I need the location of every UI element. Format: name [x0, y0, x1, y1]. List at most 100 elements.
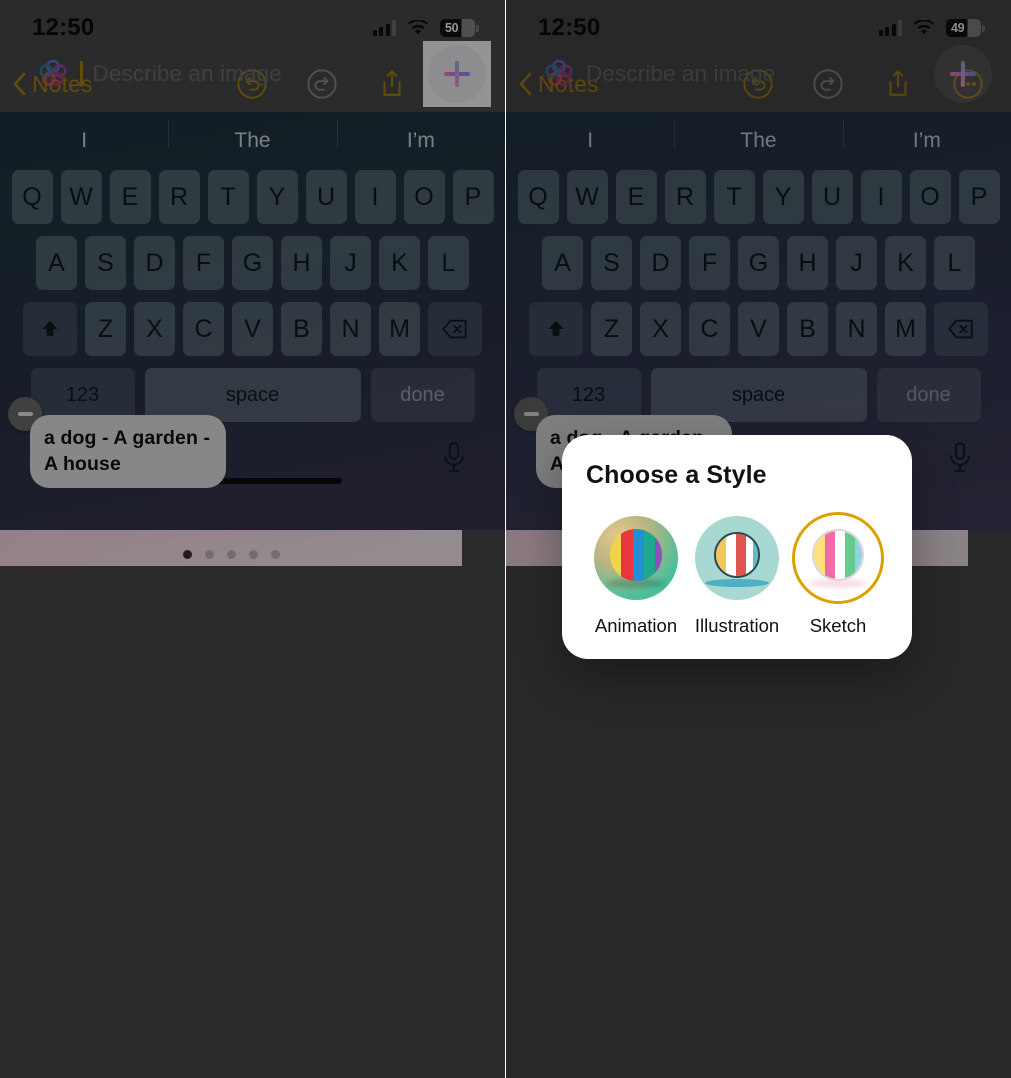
key-q[interactable]: Q — [11, 170, 53, 224]
image-playground-icon — [542, 57, 576, 91]
animation-thumbnail — [594, 516, 678, 600]
keyboard-row-2: A S D F G H J K L — [506, 236, 1011, 290]
key-w[interactable]: W — [60, 170, 102, 224]
key-v[interactable]: V — [232, 302, 273, 356]
key-k[interactable]: K — [379, 236, 420, 290]
done-key[interactable]: done — [876, 368, 981, 422]
key-h[interactable]: H — [787, 236, 828, 290]
key-o[interactable]: O — [403, 170, 445, 224]
phone-screen-left: 12:50 50 Notes a dog - A garden - A hous… — [0, 0, 505, 1078]
shift-icon[interactable] — [23, 302, 77, 356]
battery-icon: 50 — [440, 19, 479, 37]
key-g[interactable]: G — [738, 236, 779, 290]
add-button-circle — [428, 45, 486, 103]
key-n[interactable]: N — [330, 302, 371, 356]
key-g[interactable]: G — [232, 236, 273, 290]
prediction-1[interactable]: The — [674, 120, 842, 153]
key-c[interactable]: C — [689, 302, 730, 356]
prediction-0[interactable]: I — [506, 129, 674, 153]
microphone-icon[interactable] — [947, 441, 973, 480]
keyboard-row-2: A S D F G H J K L — [0, 236, 505, 290]
cellular-bars-icon — [372, 20, 396, 36]
key-k[interactable]: K — [885, 236, 926, 290]
key-p[interactable]: P — [958, 170, 1000, 224]
backspace-icon[interactable] — [934, 302, 988, 356]
key-i[interactable]: I — [354, 170, 396, 224]
key-y[interactable]: Y — [256, 170, 298, 224]
add-image-button[interactable] — [423, 41, 491, 107]
key-x[interactable]: X — [134, 302, 175, 356]
image-caption[interactable]: a dog - A garden - A house — [30, 415, 226, 489]
illustration-thumb-ring — [691, 512, 783, 604]
key-z[interactable]: Z — [591, 302, 632, 356]
style-option-illustration[interactable]: Illustration — [687, 512, 787, 637]
key-l[interactable]: L — [428, 236, 469, 290]
key-a[interactable]: A — [36, 236, 77, 290]
key-t[interactable]: T — [713, 170, 755, 224]
key-z[interactable]: Z — [85, 302, 126, 356]
phone-screen-right: 12:50 49 Notes a A Describe an image I T… — [505, 0, 1011, 1078]
key-l[interactable]: L — [934, 236, 975, 290]
key-o[interactable]: O — [909, 170, 951, 224]
key-b[interactable]: B — [787, 302, 828, 356]
animation-thumb-ring — [590, 512, 682, 604]
prompt-placeholder: Describe an image — [92, 61, 282, 86]
key-x[interactable]: X — [640, 302, 681, 356]
style-label-sketch: Sketch — [809, 615, 867, 636]
key-r[interactable]: R — [158, 170, 200, 224]
beachball-icon — [812, 528, 864, 581]
wifi-icon — [407, 20, 429, 36]
backspace-icon[interactable] — [428, 302, 482, 356]
key-m[interactable]: M — [379, 302, 420, 356]
add-image-button[interactable] — [929, 41, 997, 107]
describe-image-input[interactable]: Describe an image — [22, 51, 415, 97]
key-q[interactable]: Q — [517, 170, 559, 224]
key-s[interactable]: S — [85, 236, 126, 290]
describe-image-input[interactable]: Describe an image — [528, 51, 921, 97]
prediction-2[interactable]: I’m — [336, 120, 505, 153]
microphone-icon[interactable] — [441, 441, 467, 480]
page-dots[interactable] — [0, 550, 462, 559]
key-s[interactable]: S — [591, 236, 632, 290]
style-option-sketch[interactable]: Sketch — [788, 512, 888, 637]
key-f[interactable]: F — [183, 236, 224, 290]
sketch-thumb-ring-selected — [792, 512, 884, 604]
key-w[interactable]: W — [566, 170, 608, 224]
key-c[interactable]: C — [183, 302, 224, 356]
beachball-icon — [714, 531, 760, 578]
key-u[interactable]: U — [305, 170, 347, 224]
key-f[interactable]: F — [689, 236, 730, 290]
prediction-1[interactable]: The — [168, 120, 336, 153]
illustration-thumbnail — [695, 516, 779, 600]
image-playground-icon — [36, 57, 70, 91]
beachball-icon — [610, 528, 662, 581]
prediction-2[interactable]: I’m — [842, 120, 1011, 153]
key-n[interactable]: N — [836, 302, 877, 356]
keyboard-row-3: Z X C V B N M — [0, 302, 505, 356]
key-j[interactable]: J — [330, 236, 371, 290]
style-options: Animation Illustration Sketch — [586, 512, 888, 637]
key-v[interactable]: V — [738, 302, 779, 356]
key-u[interactable]: U — [811, 170, 853, 224]
key-a[interactable]: A — [542, 236, 583, 290]
shift-icon[interactable] — [529, 302, 583, 356]
key-e[interactable]: E — [615, 170, 657, 224]
key-d[interactable]: D — [134, 236, 175, 290]
key-h[interactable]: H — [281, 236, 322, 290]
battery-level: 50 — [445, 21, 459, 35]
prediction-0[interactable]: I — [0, 129, 168, 153]
key-m[interactable]: M — [885, 302, 926, 356]
key-r[interactable]: R — [664, 170, 706, 224]
key-j[interactable]: J — [836, 236, 877, 290]
key-e[interactable]: E — [109, 170, 151, 224]
key-y[interactable]: Y — [762, 170, 804, 224]
key-b[interactable]: B — [281, 302, 322, 356]
key-d[interactable]: D — [640, 236, 681, 290]
style-label-illustration: Illustration — [694, 615, 780, 636]
key-p[interactable]: P — [452, 170, 494, 224]
style-option-animation[interactable]: Animation — [586, 512, 686, 637]
done-key[interactable]: done — [370, 368, 475, 422]
key-t[interactable]: T — [207, 170, 249, 224]
prompt-bar: Describe an image — [506, 36, 1011, 112]
key-i[interactable]: I — [860, 170, 902, 224]
